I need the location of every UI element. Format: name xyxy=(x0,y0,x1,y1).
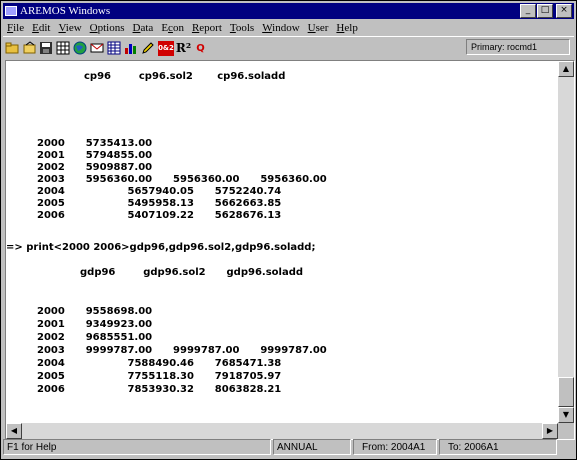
table1-row: 2004 5657940.05 5752240.74 xyxy=(37,186,282,197)
output-header-1: cp96 cp96.sol2 cp96.soladd xyxy=(84,71,286,82)
scroll-right-button[interactable]: ▶ xyxy=(542,423,558,439)
output-text-area[interactable]: cp96 cp96.sol2 cp96.soladd 2000 5735413.… xyxy=(6,61,558,423)
r-squared-label: R² xyxy=(175,41,192,55)
horizontal-scrollbar[interactable]: ◀ ▶ xyxy=(6,423,558,439)
table2-row: 2000 9558698.00 xyxy=(37,306,153,317)
pencil-icon[interactable] xyxy=(141,41,156,56)
menu-bar: File Edit View Options Data Econ Report … xyxy=(3,20,574,36)
output-window: cp96 cp96.sol2 cp96.soladd 2000 5735413.… xyxy=(5,60,575,440)
table1-row: 2000 5735413.00 xyxy=(37,138,153,149)
menu-econ[interactable]: Econ xyxy=(157,22,188,34)
window-title: AREMOS Windows xyxy=(20,5,111,17)
status-to: To: 2006A1 xyxy=(439,439,557,455)
close-button[interactable]: × xyxy=(556,4,572,18)
toolbar: 0&2 R² Q Primary: rocmd1 xyxy=(3,36,574,59)
table1-row: 2005 5495958.13 5662663.85 xyxy=(37,198,282,209)
globe-icon[interactable] xyxy=(73,41,88,56)
table2-row: 2003 9999787.00 9999787.00 9999787.00 xyxy=(37,345,327,356)
menu-edit[interactable]: Edit xyxy=(28,22,54,34)
table2-row: 2006 7853930.32 8063828.21 xyxy=(37,384,282,395)
application-window: AREMOS Windows _ □ × File Edit View Opti… xyxy=(0,0,577,460)
scroll-down-button[interactable]: ▼ xyxy=(558,407,574,423)
table2-row: 2004 7588490.46 7685471.38 xyxy=(37,358,282,369)
calculator-label: 0&2 xyxy=(158,44,174,52)
vertical-scrollbar[interactable]: ▲ ▼ xyxy=(558,61,574,423)
app-icon[interactable] xyxy=(5,6,17,16)
scrollbar-corner xyxy=(558,423,574,439)
scroll-up-button[interactable]: ▲ xyxy=(558,61,574,77)
status-frequency: ANNUAL xyxy=(273,439,351,455)
status-help: F1 for Help xyxy=(3,439,271,455)
menu-data[interactable]: Data xyxy=(129,22,158,34)
menu-user[interactable]: User xyxy=(304,22,333,34)
table2-row: 2005 7755118.30 7918705.97 xyxy=(37,371,282,382)
bar-chart-icon[interactable] xyxy=(124,41,139,56)
q-icon[interactable]: Q xyxy=(193,41,208,56)
menu-window[interactable]: Window xyxy=(258,22,303,34)
q-label: Q xyxy=(196,42,205,54)
table1-row: 2006 5407109.22 5628676.13 xyxy=(37,210,282,221)
menu-tools[interactable]: Tools xyxy=(226,22,258,34)
r-squared-icon[interactable]: R² xyxy=(176,41,191,56)
maximize-button[interactable]: □ xyxy=(537,4,553,18)
minimize-button[interactable]: _ xyxy=(520,4,536,18)
primary-database-label: Primary: rocmd1 xyxy=(471,42,538,52)
scroll-left-button[interactable]: ◀ xyxy=(6,423,22,439)
command-line: => print<2000 2006>gdp96,gdp96.sol2,gdp9… xyxy=(6,242,316,253)
table1-row: 2001 5794855.00 xyxy=(37,150,153,161)
table2-row: 2002 9685551.00 xyxy=(37,332,153,343)
grid-icon[interactable] xyxy=(107,41,122,56)
table2-row: 2001 9349923.00 xyxy=(37,319,153,330)
menu-report[interactable]: Report xyxy=(188,22,226,34)
primary-database-field[interactable]: Primary: rocmd1 xyxy=(466,39,570,55)
menu-file[interactable]: File xyxy=(3,22,28,34)
status-from: From: 2004A1 xyxy=(353,439,437,455)
open-folder-icon[interactable] xyxy=(5,41,20,56)
open-file-icon[interactable] xyxy=(22,41,37,56)
table1-row: 2002 5909887.00 xyxy=(37,162,153,173)
menu-view[interactable]: View xyxy=(54,22,85,34)
menu-options[interactable]: Options xyxy=(86,22,129,34)
calculator-icon[interactable]: 0&2 xyxy=(158,40,174,56)
vertical-scroll-thumb[interactable] xyxy=(558,377,574,407)
menu-help[interactable]: Help xyxy=(332,22,361,34)
table-icon[interactable] xyxy=(56,41,71,56)
envelope-icon[interactable] xyxy=(90,41,105,56)
table1-row: 2003 5956360.00 5956360.00 5956360.00 xyxy=(37,174,327,185)
title-bar[interactable]: AREMOS Windows _ □ × xyxy=(3,3,574,19)
status-bar: F1 for Help ANNUAL From: 2004A1 To: 2006… xyxy=(3,439,574,457)
save-icon[interactable] xyxy=(39,41,54,56)
output-header-2: gdp96 gdp96.sol2 gdp96.soladd xyxy=(80,267,304,278)
